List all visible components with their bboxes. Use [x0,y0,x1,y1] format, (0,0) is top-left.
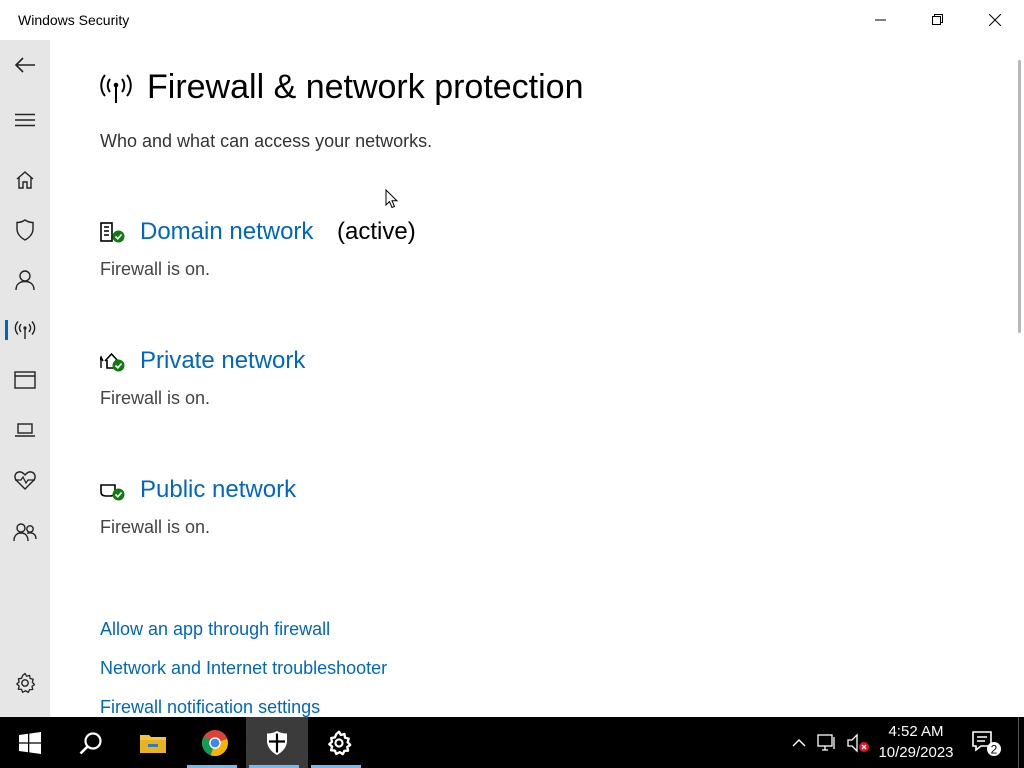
page-antenna-icon [100,74,132,103]
network-tray-button[interactable] [814,717,842,768]
notification-icon: 2 [972,730,1001,756]
title-bar: Windows Security [0,0,1024,40]
network-icon [817,733,835,751]
sidebar-item-settings[interactable] [0,663,50,703]
notification-count: 2 [991,742,998,756]
chevron-up-icon [792,738,806,746]
taskbar-clock[interactable]: 4:52 AM 10/29/2023 [872,721,960,763]
chrome-icon [201,729,228,756]
laptop-icon [15,423,35,437]
private-network-section: Private network Firewall is on. [100,347,700,431]
public-network-section: Public network Firewall is on. [100,476,700,560]
taskbar-settings[interactable] [308,717,370,768]
restore-button[interactable] [909,0,966,40]
back-arrow-icon [14,57,35,73]
domain-building-icon [100,222,125,243]
file-explorer-icon [140,734,166,753]
back-button[interactable] [0,45,50,85]
domain-network-status: Firewall is on. [100,259,211,279]
clock-time: 4:52 AM [888,723,944,740]
start-button[interactable] [0,717,60,768]
private-house-icon [100,352,125,372]
person-icon [15,270,35,291]
sidebar-item-home[interactable] [0,160,50,200]
minimize-icon [874,19,886,21]
public-cafe-icon [100,484,125,501]
taskbar-file-explorer[interactable] [122,717,184,768]
minimize-button[interactable] [852,0,909,40]
antenna-icon [14,321,36,339]
window-title: Windows Security [18,12,130,28]
gear-icon [16,672,36,694]
sidebar-item-account-protection[interactable] [0,260,50,300]
domain-network-active-label: (active) [337,218,416,245]
public-network-link[interactable]: Public network [140,476,296,504]
scrollbar[interactable] [1018,60,1021,333]
taskbar: 4:52 AM 10/29/2023 2 [0,717,1024,768]
search-icon [79,731,102,754]
taskbar-search-button[interactable] [60,717,122,768]
action-center-button[interactable]: 2 [966,717,1006,768]
windows-security-icon [267,730,287,755]
mouse-cursor-icon [385,189,399,209]
allow-app-through-firewall-link[interactable]: Allow an app through firewall [100,619,330,640]
sidebar-item-app-browser-control[interactable] [0,360,50,400]
show-desktop-button[interactable] [1018,717,1024,768]
shield-icon [16,219,34,241]
sidebar [0,40,50,717]
firewall-notification-settings-link[interactable]: Firewall notification settings [100,697,320,718]
hamburger-icon [15,113,35,127]
page-title: Firewall & network protection [147,68,584,106]
close-icon [988,14,1001,26]
sidebar-item-device-security[interactable] [0,410,50,450]
sidebar-item-virus-protection[interactable] [0,210,50,250]
private-network-status: Firewall is on. [100,388,211,408]
show-hidden-icons-button[interactable] [786,717,812,768]
network-troubleshooter-link[interactable]: Network and Internet troubleshooter [100,658,387,679]
domain-network-link[interactable]: Domain network [140,218,313,246]
domain-network-section: Domain network (active) Firewall is on. [100,218,700,302]
menu-button[interactable] [0,100,50,140]
taskbar-windows-security[interactable] [246,717,308,768]
browser-window-icon [14,371,36,389]
close-button[interactable] [966,0,1023,40]
page-subtitle: Who and what can access your networks. [100,131,433,151]
settings-icon [328,730,352,755]
private-network-link[interactable]: Private network [140,347,305,375]
family-icon [13,523,37,542]
selection-indicator [5,320,8,340]
start-icon [19,731,41,754]
taskbar-chrome[interactable] [184,717,246,768]
sidebar-item-device-health[interactable] [0,460,50,500]
volume-tray-button[interactable] [844,717,872,768]
sidebar-item-firewall[interactable] [0,310,50,350]
heart-pulse-icon [14,471,36,490]
home-icon [16,171,34,189]
clock-date: 10/29/2023 [878,744,954,761]
sidebar-item-family-options[interactable] [0,512,50,552]
volume-muted-icon [847,732,869,753]
public-network-status: Firewall is on. [100,517,211,537]
restore-icon [931,14,943,25]
